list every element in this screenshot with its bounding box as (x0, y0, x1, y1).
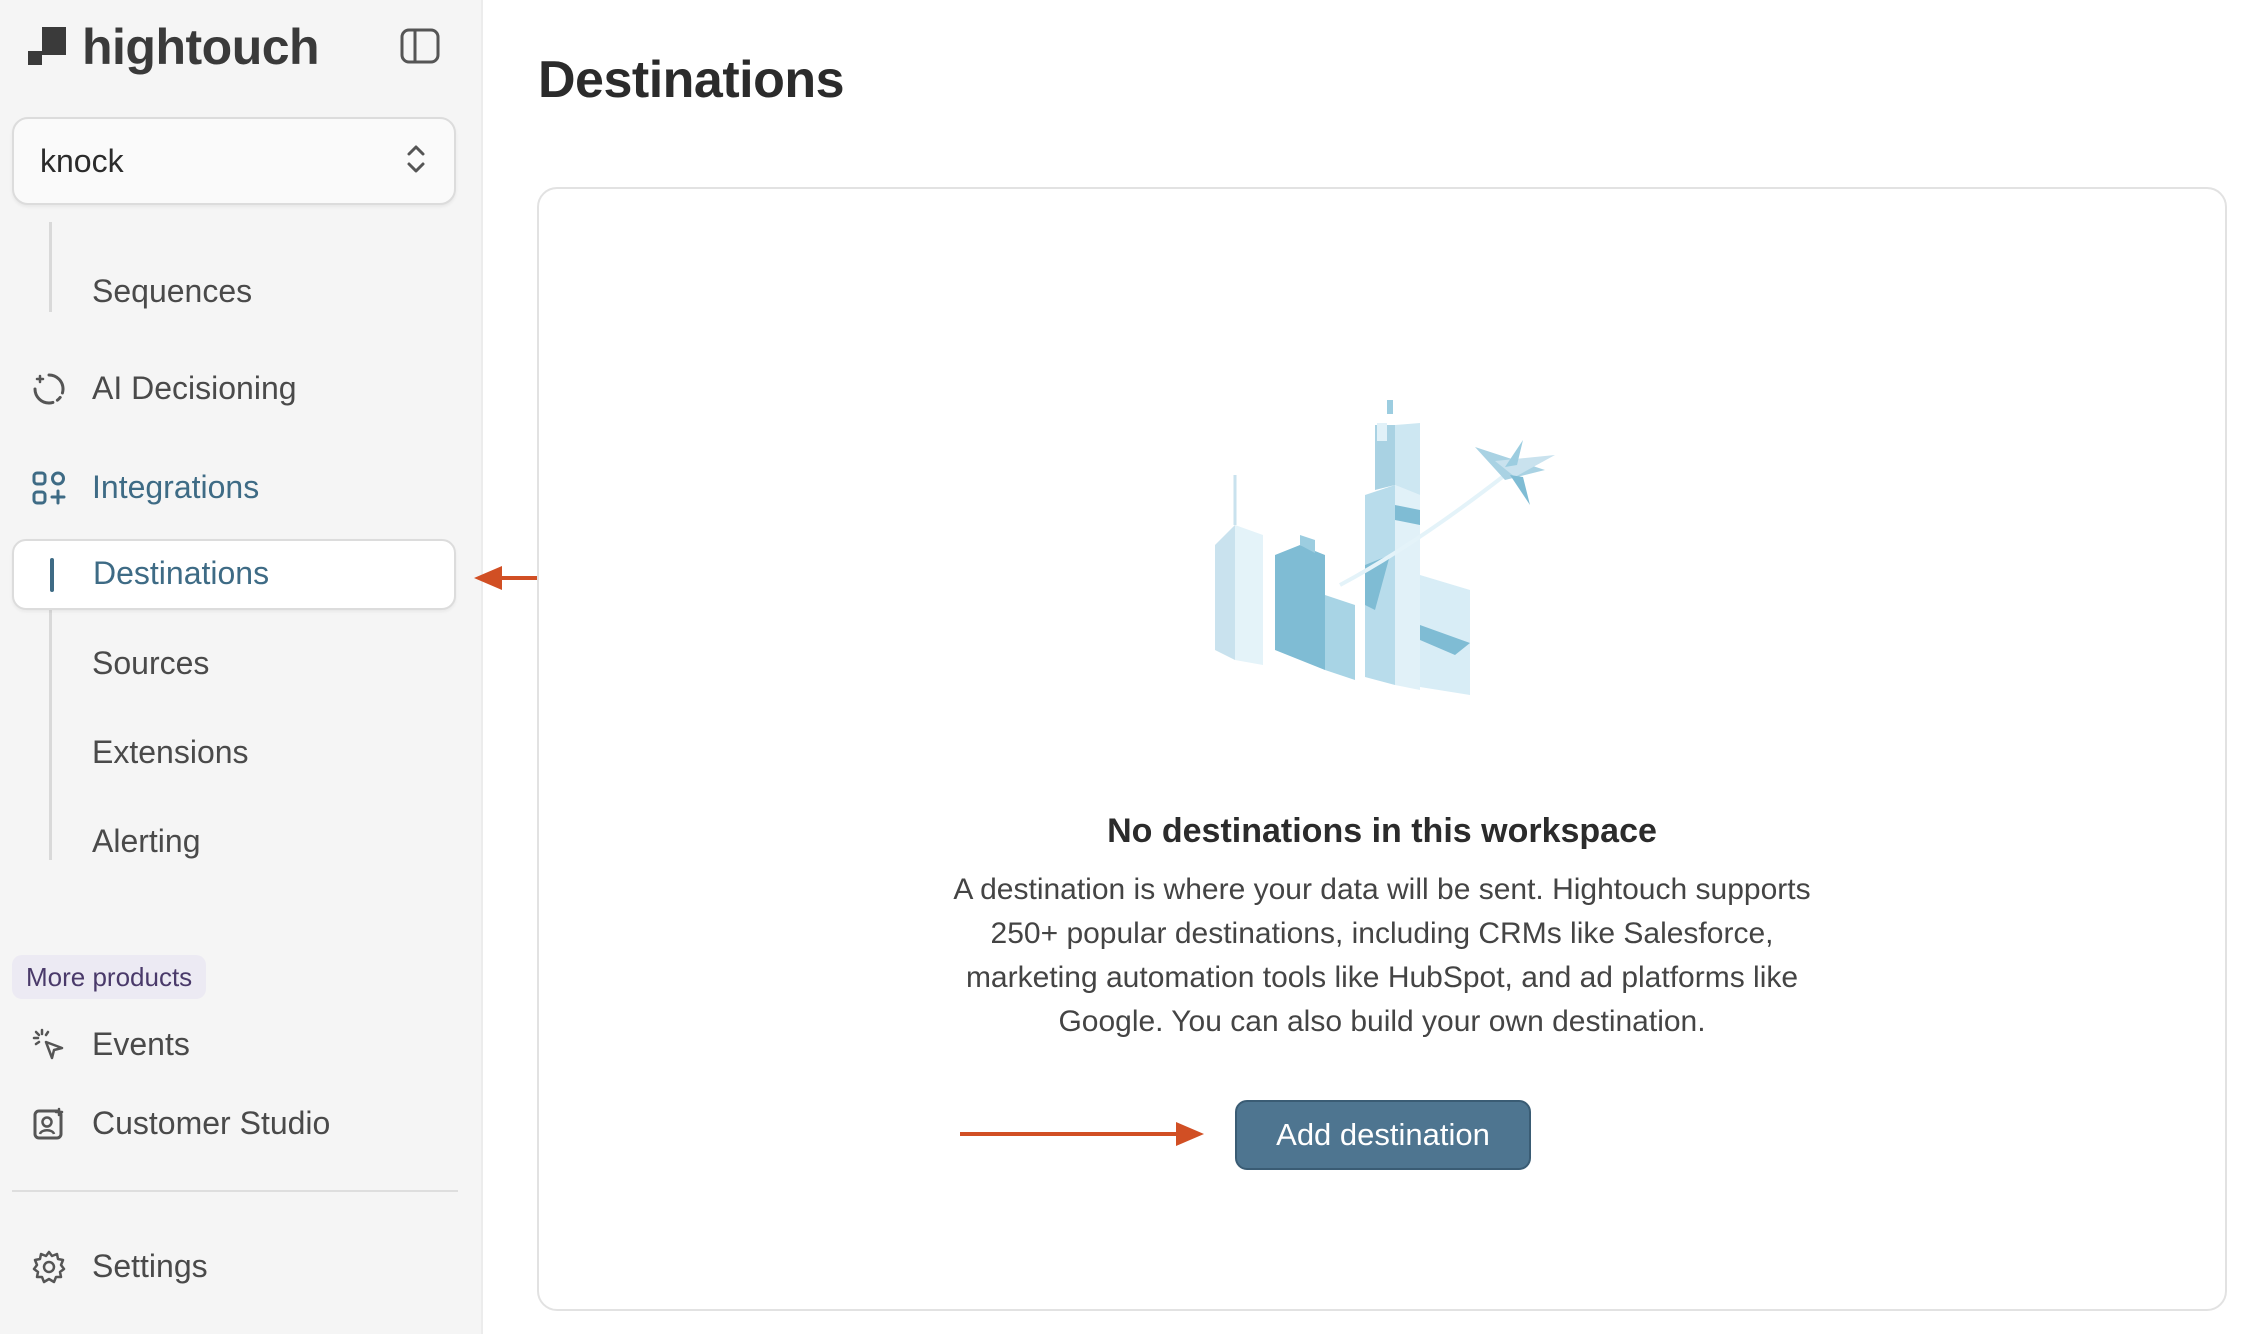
hightouch-logo-icon (28, 27, 68, 67)
integrations-icon (32, 471, 66, 505)
sidebar-item-customer-studio[interactable]: Customer Studio (0, 1090, 483, 1156)
brand-logo[interactable]: hightouch (28, 18, 320, 76)
workspace-name: knock (40, 142, 124, 179)
sidebar-toggle-icon[interactable] (400, 26, 440, 66)
annotation-arrow-right (960, 1122, 1204, 1146)
empty-state-title: No destinations in this workspace (1107, 812, 1657, 850)
customer-studio-icon (32, 1107, 66, 1141)
sidebar-item-destinations[interactable]: Destinations (12, 539, 456, 610)
active-indicator (50, 558, 54, 592)
workspace-selector[interactable]: knock (12, 117, 456, 205)
chevron-up-down-icon (404, 142, 428, 181)
sidebar: hightouch knock Sequences AI Decisioning… (0, 0, 483, 1334)
gear-icon (32, 1250, 66, 1284)
empty-state-description: A destination is where your data will be… (953, 873, 1811, 1038)
sidebar-item-extensions[interactable]: Extensions (0, 719, 483, 785)
add-destination-button[interactable]: Add destination (1235, 1100, 1531, 1170)
city-airplane-illustration (1215, 400, 1555, 695)
sidebar-item-sources[interactable]: Sources (0, 630, 483, 696)
events-cursor-icon (32, 1028, 66, 1062)
sidebar-divider (12, 1190, 458, 1192)
sidebar-item-alerting[interactable]: Alerting (0, 808, 483, 874)
sidebar-item-events[interactable]: Events (0, 1011, 483, 1077)
sidebar-item-sequences[interactable]: Sequences (0, 258, 483, 324)
sidebar-item-settings[interactable]: Settings (0, 1233, 483, 1299)
ai-decisioning-icon (32, 372, 66, 406)
more-products-label: More products (12, 955, 207, 999)
page-title: Destinations (538, 51, 845, 109)
sidebar-item-ai-decisioning[interactable]: AI Decisioning (0, 355, 483, 421)
sidebar-item-integrations[interactable]: Integrations (0, 454, 483, 520)
brand-name: hightouch (82, 19, 320, 75)
